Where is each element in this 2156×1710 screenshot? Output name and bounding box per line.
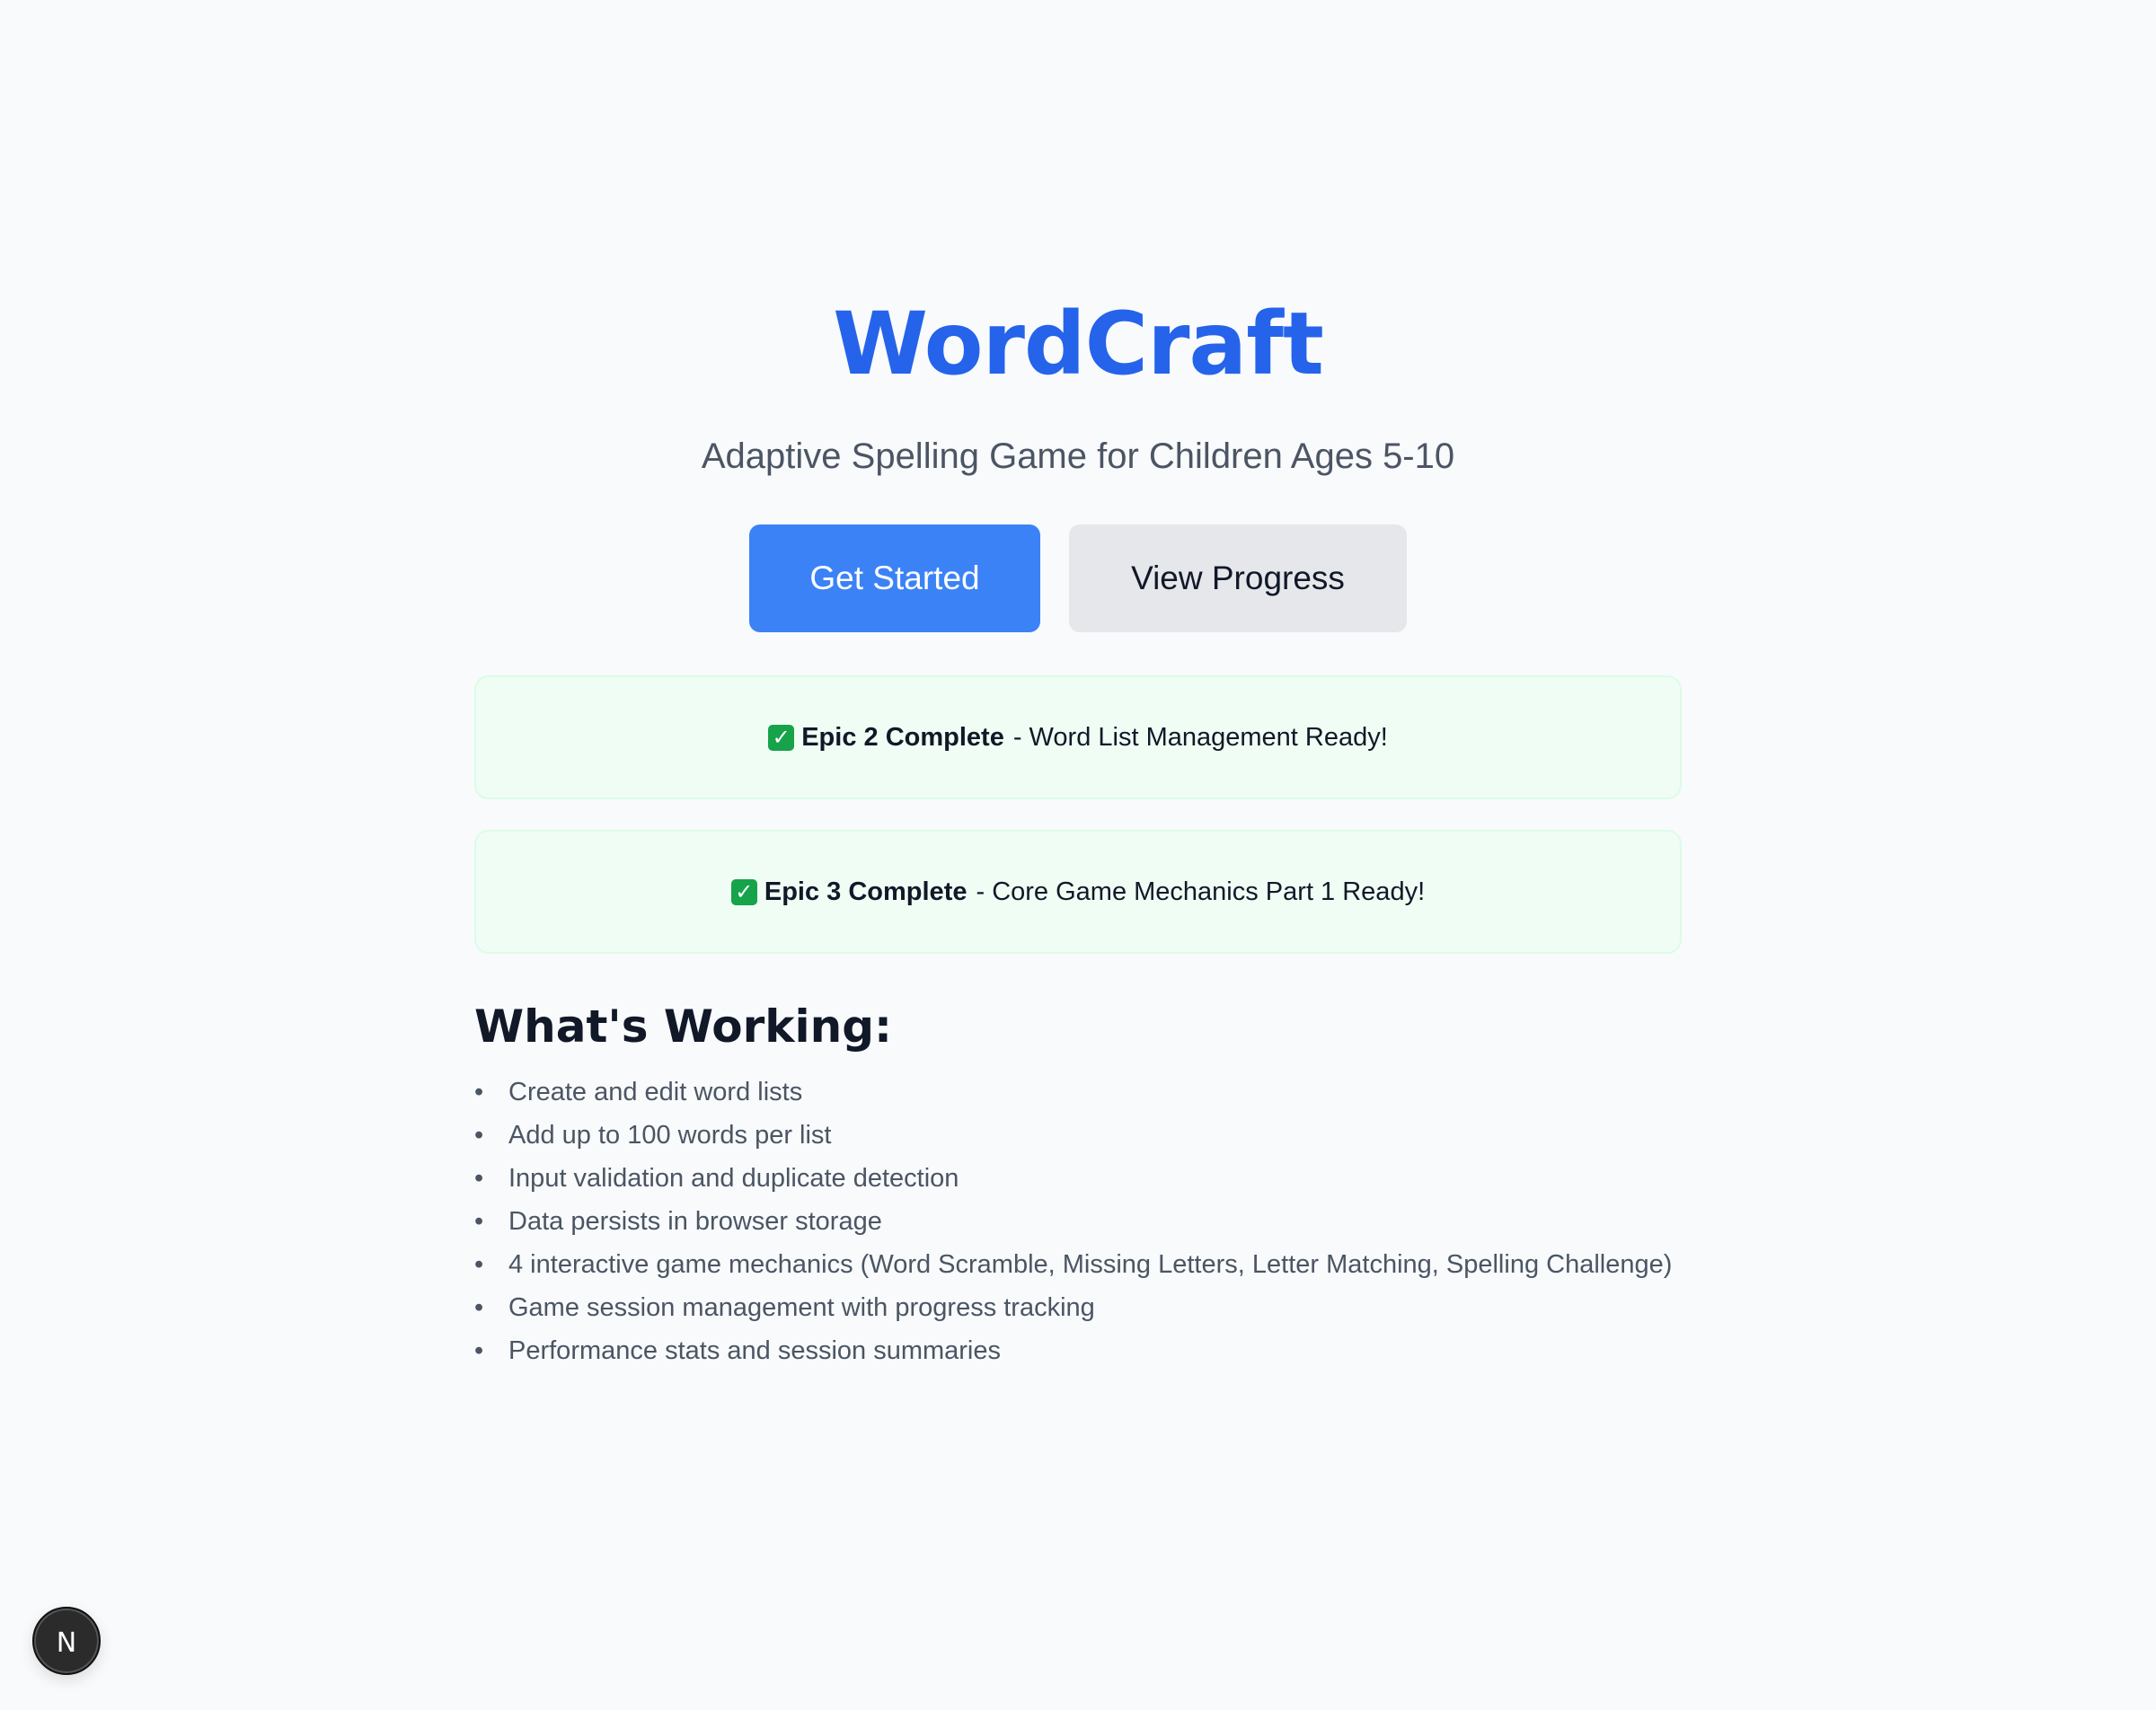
list-item: • 4 interactive game mechanics (Word Scra… [474,1247,1682,1282]
banner-title: Epic 2 Complete [801,722,1004,752]
page-subtitle: Adaptive Spelling Game for Children Ages… [701,436,1455,476]
list-item: • Create and edit word lists [474,1074,1682,1110]
bullet-icon: • [474,1207,484,1236]
list-item: • Input validation and duplicate detectio… [474,1160,1682,1196]
epic-2-status-banner: ✓ Epic 2 Complete - Word List Management… [474,675,1682,799]
check-mark-icon: ✓ [768,724,795,751]
features-heading: What's Working: [474,1000,893,1053]
banner-text: - Word List Management Ready! [1012,722,1388,752]
banner-title: Epic 3 Complete [764,877,968,906]
bullet-icon: • [474,1121,484,1150]
view-progress-button[interactable]: View Progress [1069,524,1407,632]
bullet-icon: • [474,1250,484,1279]
list-item-text: 4 interactive game mechanics (Word Scram… [508,1250,1673,1279]
banner-text: - Core Game Mechanics Part 1 Ready! [976,877,1426,906]
list-item-text: Data persists in browser storage [508,1207,882,1236]
action-buttons: Get Started View Progress [474,524,1682,632]
list-item: • Performance stats and session summaries [474,1333,1682,1369]
list-item: • Add up to 100 words per list [474,1117,1682,1153]
bullet-icon: • [474,1293,484,1322]
bullet-icon: • [474,1078,484,1106]
list-item: • Game session management with progress t… [474,1290,1682,1326]
list-item-text: Input validation and duplicate detection [508,1164,959,1193]
nextjs-icon[interactable]: N [32,1607,101,1675]
page-title: WordCraft [833,294,1324,394]
epic-3-status-banner: ✓ Epic 3 Complete - Core Game Mechanics … [474,830,1682,954]
bullet-icon: • [474,1164,484,1193]
list-item-text: Add up to 100 words per list [508,1121,832,1150]
list-item-text: Create and edit word lists [508,1078,803,1106]
list-item-text: Game session management with progress tr… [508,1293,1095,1322]
bullet-icon: • [474,1336,484,1365]
check-mark-icon: ✓ [730,878,757,905]
list-item-text: Performance stats and session summaries [508,1336,1001,1365]
list-item: • Data persists in browser storage [474,1203,1682,1239]
features-list: • Create and edit word lists • Add up to 1… [474,1074,1682,1376]
get-started-button[interactable]: Get Started [749,524,1040,632]
